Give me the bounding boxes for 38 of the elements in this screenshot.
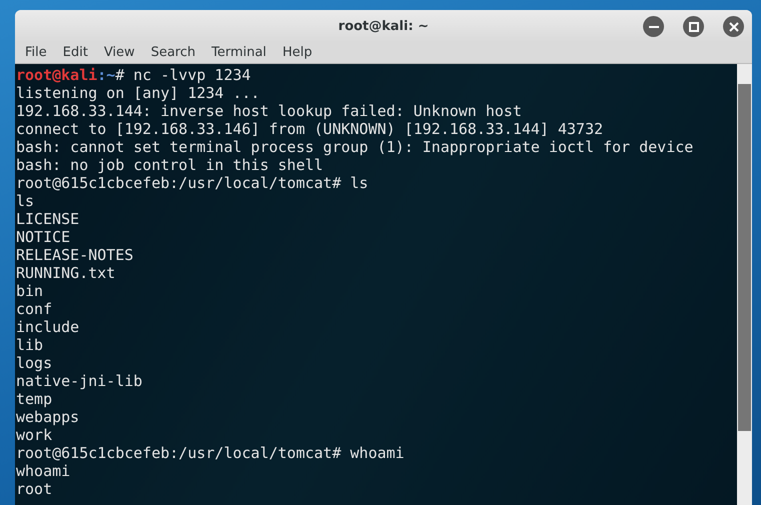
minimize-button[interactable] <box>643 16 664 37</box>
menu-item[interactable]: View <box>96 45 143 60</box>
output-line: connect to [192.168.33.146] from (UNKNOWN) [192.168.33.144] 43732 <box>16 120 604 138</box>
prompt-line: root@kali:~# nc -lvvp 1234 <box>16 66 252 84</box>
close-button[interactable] <box>723 16 744 37</box>
output-line: bash: no job control in this shell <box>16 156 324 174</box>
output-line: RELEASE-NOTES <box>16 246 134 264</box>
menu-item[interactable]: Edit <box>54 45 96 60</box>
output-line: whoami <box>16 462 72 480</box>
output-line: lib <box>16 336 44 354</box>
output-line: 192.168.33.144: inverse host lookup failed: Unknown host <box>16 102 523 120</box>
output-line: logs <box>16 354 54 372</box>
close-icon <box>728 22 738 32</box>
output-line: native-jni-lib <box>16 372 144 390</box>
maximize-button[interactable] <box>683 16 704 37</box>
output-line: bin <box>16 282 44 300</box>
menu-item[interactable]: Search <box>142 45 204 60</box>
output-line: RUNNING.txt <box>16 264 116 282</box>
window-title: root@kali: ~ <box>338 18 429 34</box>
output-line: root@615c1cbcefeb:/usr/local/tomcat# whoami <box>16 444 406 462</box>
output-line: include <box>16 318 80 336</box>
scrollbar-thumb[interactable] <box>738 84 751 431</box>
output-line: ls <box>16 192 36 210</box>
output-line: conf <box>16 300 54 318</box>
output-line: NOTICE <box>16 228 72 246</box>
maximize-icon <box>688 22 698 32</box>
output-line: temp <box>16 390 54 408</box>
output-line: root <box>16 480 54 498</box>
menu-item[interactable]: Help <box>274 45 320 60</box>
menu-item[interactable]: File <box>17 45 55 60</box>
output-line: listening on [any] 1234 ... <box>16 84 261 102</box>
output-line: LICENSE <box>16 210 80 228</box>
scrollbar[interactable] <box>737 64 752 505</box>
output-line: root@615c1cbcefeb:/usr/local/tomcat# ls <box>16 174 370 192</box>
output-line: bash: cannot set terminal process group (1): Inappropriate ioctl for device <box>16 138 694 156</box>
output-line: work <box>16 426 54 444</box>
output-line: webapps <box>16 408 80 426</box>
menu-item[interactable]: Terminal <box>203 45 274 60</box>
